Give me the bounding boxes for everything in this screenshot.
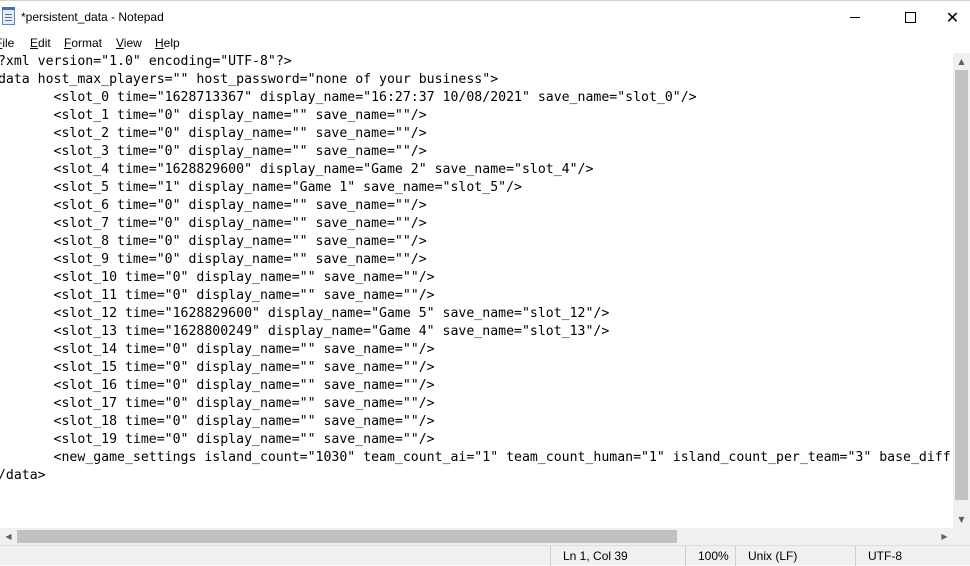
editor-line: <slot_8 time="0" display_name="" save_na… [0, 234, 427, 249]
title-bar[interactable]: *persistent_data - Notepad ✕ [0, 0, 970, 34]
editor-line: <slot_16 time="0" display_name="" save_n… [0, 378, 435, 393]
close-button[interactable]: ✕ [935, 1, 970, 34]
horizontal-scrollbar[interactable]: ◀ ▶ [0, 528, 953, 545]
vertical-scroll-thumb[interactable] [955, 70, 968, 500]
editor-line: <new_game_settings island_count="1030" t… [0, 450, 951, 465]
editor-line: <slot_7 time="0" display_name="" save_na… [0, 216, 427, 231]
scroll-down-icon[interactable]: ▼ [953, 511, 970, 528]
editor-line: <slot_5 time="1" display_name="Game 1" s… [0, 180, 522, 195]
scroll-up-icon[interactable]: ▲ [953, 53, 970, 70]
menu-file[interactable]: File [0, 36, 14, 50]
zoom-level: 100% [685, 546, 735, 566]
window-title: *persistent_data - Notepad [21, 10, 164, 24]
editor-line: <slot_14 time="0" display_name="" save_n… [0, 342, 435, 357]
menu-help[interactable]: Help [155, 36, 180, 50]
maximize-icon [904, 12, 916, 23]
editor-line: <slot_17 time="0" display_name="" save_n… [0, 396, 435, 411]
editor-line: <slot_11 time="0" display_name="" save_n… [0, 288, 435, 303]
close-icon: ✕ [945, 7, 960, 27]
horizontal-scroll-thumb[interactable] [17, 530, 677, 543]
editor-line: <slot_1 time="0" display_name="" save_na… [0, 108, 427, 123]
scroll-left-icon[interactable]: ◀ [0, 528, 17, 545]
editor-line: <?xml version="1.0" encoding="UTF-8"?> [0, 54, 292, 69]
vertical-scrollbar[interactable]: ▲ ▼ [953, 53, 970, 528]
editor-line: <slot_4 time="1628829600" display_name="… [0, 162, 594, 177]
menu-bar: File Edit Format View Help [0, 33, 970, 53]
editor-line: <slot_15 time="0" display_name="" save_n… [0, 360, 435, 375]
editor-line: <slot_3 time="0" display_name="" save_na… [0, 144, 427, 159]
menu-format[interactable]: Format [64, 36, 102, 50]
line-ending: Unix (LF) [735, 546, 855, 566]
editor-line: <data host_max_players="" host_password=… [0, 72, 499, 87]
editor-line: <slot_2 time="0" display_name="" save_na… [0, 126, 427, 141]
editor-line: </data> [0, 468, 46, 483]
maximize-button[interactable] [887, 1, 933, 34]
editor-line: <slot_19 time="0" display_name="" save_n… [0, 432, 435, 447]
menu-view[interactable]: View [116, 36, 142, 50]
editor-line: <slot_6 time="0" display_name="" save_na… [0, 198, 427, 213]
notepad-icon [2, 7, 15, 25]
encoding: UTF-8 [855, 546, 970, 566]
editor-line: <slot_13 time="1628800249" display_name=… [0, 324, 610, 339]
editor-line: <slot_10 time="0" display_name="" save_n… [0, 270, 435, 285]
editor-line: <slot_12 time="1628829600" display_name=… [0, 306, 610, 321]
text-editor[interactable]: <?xml version="1.0" encoding="UTF-8"?> <… [0, 53, 953, 528]
minimize-button[interactable] [832, 1, 878, 34]
editor-line: <slot_9 time="0" display_name="" save_na… [0, 252, 427, 267]
minimize-icon [850, 17, 860, 18]
scroll-right-icon[interactable]: ▶ [936, 528, 953, 545]
cursor-position: Ln 1, Col 39 [550, 546, 685, 566]
status-bar: Ln 1, Col 39 100% Unix (LF) UTF-8 [0, 545, 970, 566]
editor-line: <slot_0 time="1628713367" display_name="… [0, 90, 697, 105]
editor-line: <slot_18 time="0" display_name="" save_n… [0, 414, 435, 429]
menu-edit[interactable]: Edit [30, 36, 51, 50]
scrollbar-corner [953, 528, 970, 545]
